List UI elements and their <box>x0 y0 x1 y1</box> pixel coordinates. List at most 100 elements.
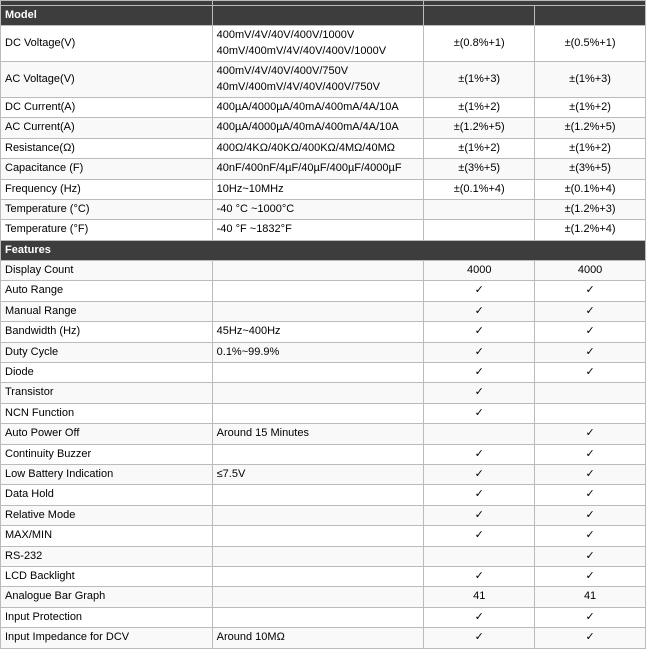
feature-ut61b: ✓ <box>535 322 646 342</box>
feature-range: 45Hz~400Hz <box>212 322 424 342</box>
table-row: Continuity Buzzer ✓✓ <box>1 444 646 464</box>
table-row: Relative Mode ✓✓ <box>1 505 646 525</box>
spec-label: AC Voltage(V) <box>1 62 213 98</box>
feature-label: Analogue Bar Graph <box>1 587 213 607</box>
feature-ut61a: ✓ <box>424 363 535 383</box>
spec-range: -40 °F ~1832°F <box>212 220 424 240</box>
feature-range <box>212 444 424 464</box>
feature-range <box>212 607 424 627</box>
spec-ut61b: ±(1%+2) <box>535 97 646 117</box>
spec-range: 40nF/400nF/4µF/40µF/400µF/4000µF <box>212 159 424 179</box>
spec-label: DC Voltage(V) <box>1 26 213 62</box>
feature-ut61a: ✓ <box>424 526 535 546</box>
spec-ut61a: ±(1%+3) <box>424 62 535 98</box>
feature-label: LCD Backlight <box>1 566 213 586</box>
feature-ut61b: ✓ <box>535 444 646 464</box>
feature-label: Transistor <box>1 383 213 403</box>
table-row: Manual Range ✓✓ <box>1 301 646 321</box>
table-row: Auto Power OffAround 15 Minutes ✓ <box>1 424 646 444</box>
feature-ut61b: ✓ <box>535 363 646 383</box>
table-row: DC Voltage(V)400mV/4V/40V/400V/1000V 40m… <box>1 26 646 62</box>
feature-ut61a: ✓ <box>424 444 535 464</box>
feature-ut61a: ✓ <box>424 628 535 648</box>
header-range-sub <box>212 6 424 26</box>
spec-ut61b: ±(3%+5) <box>535 159 646 179</box>
table-row: Auto Range ✓✓ <box>1 281 646 301</box>
feature-ut61b: ✓ <box>535 505 646 525</box>
spec-ut61b: ±(0.1%+4) <box>535 179 646 199</box>
header-model: Model <box>1 6 213 26</box>
feature-label: Auto Range <box>1 281 213 301</box>
spec-label: Temperature (°C) <box>1 199 213 219</box>
feature-range <box>212 546 424 566</box>
table-row: Input Impedance for DCVAround 10MΩ✓✓ <box>1 628 646 648</box>
spec-ut61a: ±(0.1%+4) <box>424 179 535 199</box>
table-row: Capacitance (F)40nF/400nF/4µF/40µF/400µF… <box>1 159 646 179</box>
feature-range <box>212 383 424 403</box>
table-row: Low Battery Indication≤7.5V✓✓ <box>1 464 646 484</box>
spec-range: 400Ω/4KΩ/40KΩ/400KΩ/4MΩ/40MΩ <box>212 138 424 158</box>
table-row: Data Hold✓✓ <box>1 485 646 505</box>
table-row: RS-232✓ <box>1 546 646 566</box>
feature-ut61a: ✓ <box>424 403 535 423</box>
spec-label: Capacitance (F) <box>1 159 213 179</box>
feature-range <box>212 526 424 546</box>
features-section-header: Features <box>1 240 646 260</box>
table-row: Bandwidth (Hz)45Hz~400Hz✓✓ <box>1 322 646 342</box>
spec-label: Resistance(Ω) <box>1 138 213 158</box>
feature-ut61a: ✓ <box>424 607 535 627</box>
feature-ut61a <box>424 546 535 566</box>
feature-ut61b: ✓ <box>535 526 646 546</box>
spec-ut61a: ±(1%+2) <box>424 138 535 158</box>
header-ut61b <box>535 6 646 26</box>
feature-ut61b: 4000 <box>535 261 646 281</box>
feature-label: Input Protection <box>1 607 213 627</box>
feature-label: Display Count <box>1 261 213 281</box>
feature-range: Around 15 Minutes <box>212 424 424 444</box>
feature-ut61b: ✓ <box>535 281 646 301</box>
feature-ut61b: ✓ <box>535 546 646 566</box>
feature-label: Input Impedance for DCV <box>1 628 213 648</box>
spec-range: 400µA/4000µA/40mA/400mA/4A/10A <box>212 118 424 138</box>
feature-label: NCN Function <box>1 403 213 423</box>
feature-ut61a: 4000 <box>424 261 535 281</box>
spec-ut61a: ±(1%+2) <box>424 97 535 117</box>
spec-label: DC Current(A) <box>1 97 213 117</box>
feature-ut61b: ✓ <box>535 301 646 321</box>
feature-range <box>212 261 424 281</box>
feature-label: Auto Power Off <box>1 424 213 444</box>
spec-ut61b: ±(1%+3) <box>535 62 646 98</box>
feature-ut61a: ✓ <box>424 505 535 525</box>
table-row: Analogue Bar Graph4141 <box>1 587 646 607</box>
spec-ut61b: ±(1.2%+5) <box>535 118 646 138</box>
table-row: DC Current(A)400µA/4000µA/40mA/400mA/4A/… <box>1 97 646 117</box>
feature-label: Continuity Buzzer <box>1 444 213 464</box>
feature-ut61a: ✓ <box>424 301 535 321</box>
spec-ut61a <box>424 220 535 240</box>
spec-ut61b: ±(0.5%+1) <box>535 26 646 62</box>
feature-range: 0.1%~99.9% <box>212 342 424 362</box>
feature-label: Relative Mode <box>1 505 213 525</box>
feature-label: MAX/MIN <box>1 526 213 546</box>
spec-range: 400mV/4V/40V/400V/750V 40mV/400mV/4V/40V… <box>212 62 424 98</box>
feature-label: Manual Range <box>1 301 213 321</box>
feature-ut61b: ✓ <box>535 628 646 648</box>
spec-ut61a <box>424 199 535 219</box>
table-row: Diode✓✓ <box>1 363 646 383</box>
feature-ut61b: ✓ <box>535 342 646 362</box>
feature-range <box>212 505 424 525</box>
feature-label: Bandwidth (Hz) <box>1 322 213 342</box>
table-row: MAX/MIN ✓✓ <box>1 526 646 546</box>
spec-ut61a: ±(3%+5) <box>424 159 535 179</box>
table-row: Transistor✓ <box>1 383 646 403</box>
feature-ut61a: ✓ <box>424 342 535 362</box>
spec-ut61b: ±(1%+2) <box>535 138 646 158</box>
feature-ut61a: ✓ <box>424 281 535 301</box>
table-row: AC Voltage(V)400mV/4V/40V/400V/750V 40mV… <box>1 62 646 98</box>
spec-range: 400mV/4V/40V/400V/1000V 40mV/400mV/4V/40… <box>212 26 424 62</box>
feature-ut61b <box>535 383 646 403</box>
feature-ut61b: ✓ <box>535 424 646 444</box>
spec-ut61a: ±(1.2%+5) <box>424 118 535 138</box>
spec-range: 10Hz~10MHz <box>212 179 424 199</box>
feature-range: ≤7.5V <box>212 464 424 484</box>
